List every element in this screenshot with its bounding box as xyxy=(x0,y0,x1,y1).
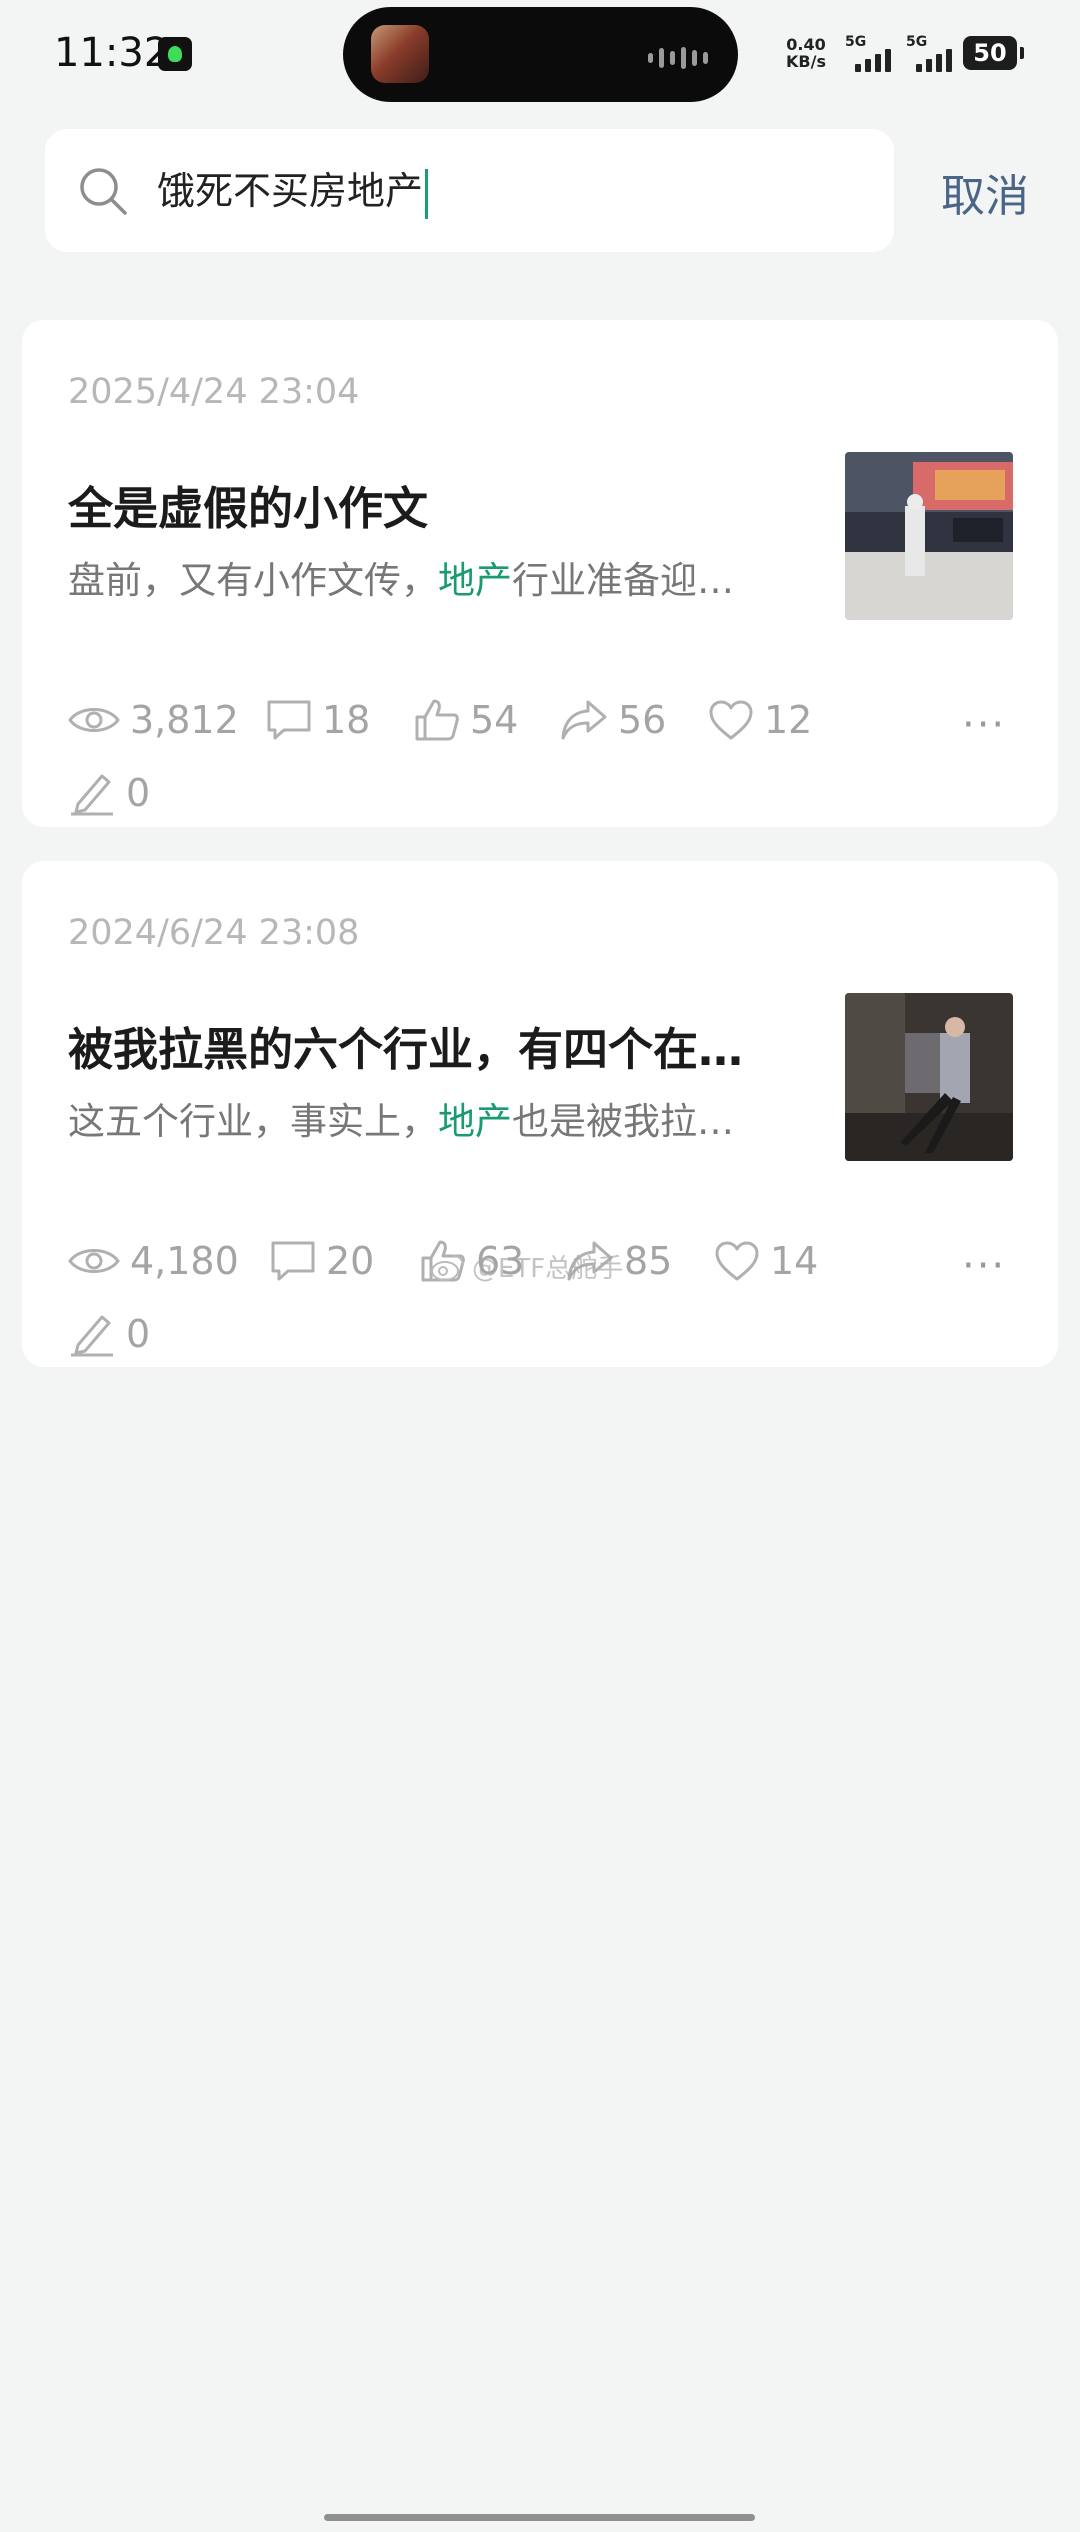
post-snippet: 这五个行业，事实上，地产也是被我拉… xyxy=(68,1100,734,1143)
dynamic-island[interactable] xyxy=(343,7,738,102)
search-input[interactable]: 饿死不买房地产 xyxy=(157,162,429,220)
post-date: 2025/4/24 23:04 xyxy=(68,372,360,412)
post-snippet: 盘前，又有小作文传，地产行业准备迎… xyxy=(68,559,734,602)
music-app-icon xyxy=(158,37,192,71)
pencil-icon xyxy=(71,1315,113,1357)
comment-icon xyxy=(271,1241,315,1281)
post-date: 2024/6/24 23:08 xyxy=(68,913,360,953)
views-stat: 4,180 xyxy=(68,1239,239,1283)
heart-icon xyxy=(709,700,753,740)
heart-icon xyxy=(715,1241,759,1281)
comments-stat[interactable]: 18 xyxy=(266,698,370,742)
sim1-signal-icon: 5G xyxy=(845,34,901,74)
comment-icon xyxy=(267,700,311,740)
search-icon xyxy=(80,168,127,215)
favorites-stat[interactable]: 12 xyxy=(708,698,812,742)
post-thumbnail[interactable] xyxy=(845,993,1013,1161)
weibo-logo-icon xyxy=(431,1254,464,1281)
views-stat: 3,812 xyxy=(68,698,239,742)
more-options-button[interactable]: ··· xyxy=(962,1243,1006,1289)
result-card[interactable]: 2025/4/24 23:04 全是虚假的小作文 盘前，又有小作文传，地产行业准… xyxy=(22,320,1058,827)
weibo-watermark: @ETF总舵手 xyxy=(430,1248,623,1285)
edits-stat: 0 xyxy=(68,770,150,816)
text-caret xyxy=(425,168,429,219)
eye-icon xyxy=(68,708,120,732)
post-thumbnail[interactable] xyxy=(845,452,1013,620)
audio-wave-icon xyxy=(648,47,708,69)
favorites-stat[interactable]: 14 xyxy=(714,1239,818,1283)
eye-icon xyxy=(68,1249,120,1273)
edits-stat: 0 xyxy=(68,1311,150,1357)
share-icon xyxy=(561,700,607,740)
sim2-signal-icon: 5G xyxy=(906,34,962,74)
more-options-button[interactable]: ··· xyxy=(962,702,1006,748)
network-speed: 0.40 KB/s xyxy=(786,35,826,71)
home-indicator[interactable] xyxy=(324,2514,755,2521)
shares-stat[interactable]: 56 xyxy=(560,698,666,742)
battery-indicator: 50 xyxy=(963,36,1024,70)
search-bar[interactable]: 饿死不买房地产 xyxy=(45,129,894,252)
result-card[interactable]: 2024/6/24 23:08 被我拉黑的六个行业，有四个在… 这五个行业，事实… xyxy=(22,861,1058,1367)
album-art-thumbnail xyxy=(371,25,429,83)
comments-stat[interactable]: 20 xyxy=(270,1239,374,1283)
status-bar: 11:32 0.40 KB/s 5G 5G 50 xyxy=(0,0,1080,110)
post-title[interactable]: 全是虚假的小作文 xyxy=(68,472,428,537)
cancel-button[interactable]: 取消 xyxy=(941,160,1029,224)
thumbs-up-icon xyxy=(415,699,459,741)
status-time: 11:32 xyxy=(54,30,170,76)
pencil-icon xyxy=(71,774,113,816)
post-title[interactable]: 被我拉黑的六个行业，有四个在… xyxy=(68,1013,743,1078)
likes-stat[interactable]: 54 xyxy=(414,698,518,742)
